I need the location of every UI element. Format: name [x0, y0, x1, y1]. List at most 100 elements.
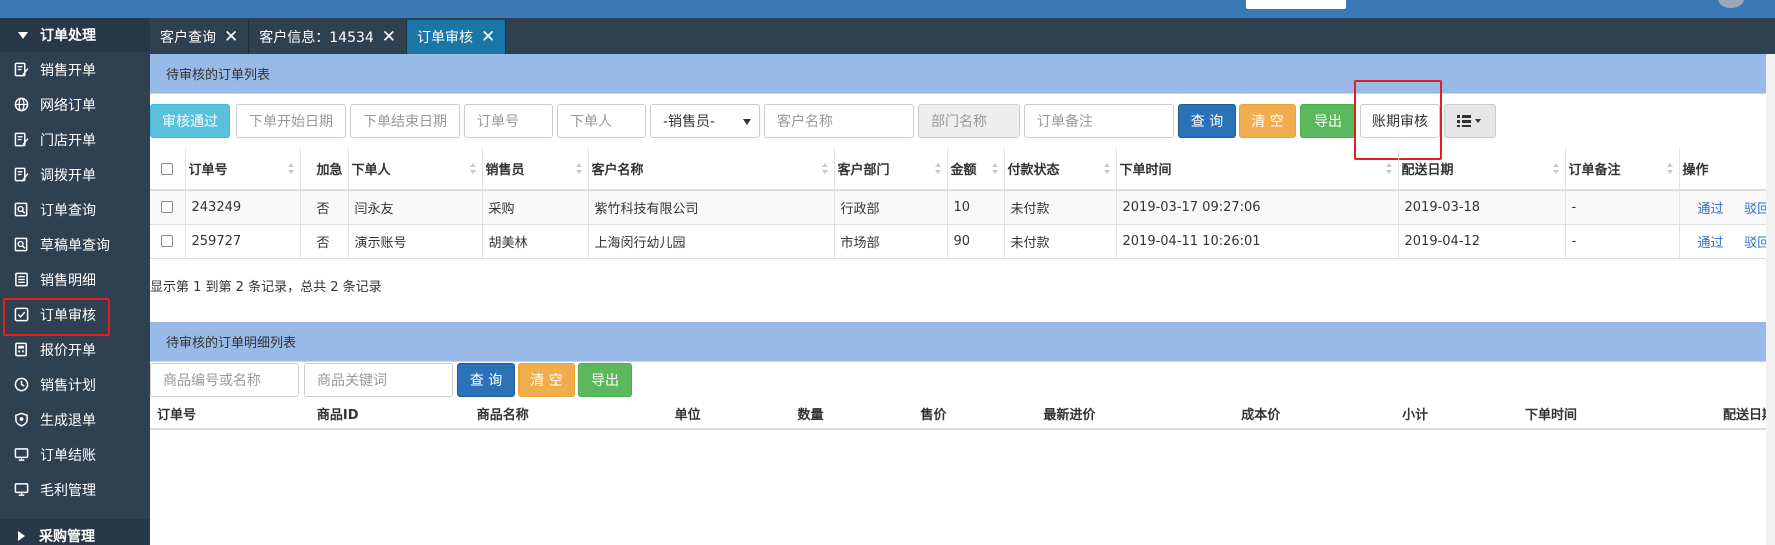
query-button[interactable]: 查 询	[1178, 104, 1236, 138]
detail-panel-title: 待审核的订单明细列表	[150, 322, 1775, 362]
sidebar-item-label: 订单查询	[40, 202, 96, 219]
sort-icon[interactable]	[1103, 163, 1110, 175]
col-salesman[interactable]: 销售员	[482, 148, 589, 191]
col-orderer[interactable]: 下单人	[348, 148, 483, 191]
cell-salesman: 采购	[482, 190, 589, 225]
order-no-input[interactable]: 订单号	[464, 104, 553, 138]
cell-orderer: 演示账号	[348, 224, 483, 259]
avatar[interactable]	[1718, 0, 1744, 8]
sort-icon[interactable]	[991, 163, 998, 175]
table-header-row: 订单号 加急 下单人 销售员 客户名称 客户部门 金额 付款状态 下单时间 配送…	[150, 148, 1775, 191]
col-dept[interactable]: 客户部门	[834, 148, 948, 191]
monitor-icon	[14, 482, 29, 497]
detail-export-button[interactable]: 导出	[578, 363, 632, 397]
sort-icon[interactable]	[575, 163, 582, 175]
col-product-id: 商品ID	[309, 398, 470, 430]
detail-query-button[interactable]: 查 询	[457, 363, 515, 397]
sidebar: 订单处理 销售开单 网络订单 门店开单调拨开单订单查询草稿单查询 销售明细 订单审核报价…	[0, 18, 150, 545]
sort-icon[interactable]	[934, 163, 941, 175]
sidebar-group-label: 订单处理	[40, 28, 96, 44]
sidebar-item-8[interactable]: 订单审核	[0, 297, 150, 336]
salesman-select[interactable]: -销售员-	[650, 104, 760, 138]
order-remark-input[interactable]: 订单备注	[1024, 104, 1174, 138]
sidebar-item-12[interactable]: 订单结账	[0, 437, 150, 472]
sidebar-group-purchase[interactable]: 采购管理	[0, 519, 150, 545]
table-row[interactable]: 259727 否演示账号 胡美林 上海闵行幼儿园 市场部 90 未付款 2019-04-11 …	[150, 224, 1775, 259]
col-product-name: 商品名称	[469, 398, 668, 430]
vertical-scrollbar[interactable]	[1766, 54, 1775, 545]
row-checkbox	[150, 190, 186, 225]
sidebar-item-7[interactable]: 销售明细	[0, 262, 150, 297]
sort-icon[interactable]	[821, 163, 828, 175]
sidebar-group-order-processing[interactable]: 订单处理	[0, 18, 150, 52]
sidebar-item-6[interactable]: 草稿单查询	[0, 227, 150, 262]
close-icon[interactable]: ✕	[382, 27, 396, 47]
col-order-no[interactable]: 订单号	[185, 148, 301, 191]
col-customer[interactable]: 客户名称	[588, 148, 835, 191]
sidebar-item-11[interactable]: 生成退单	[0, 402, 150, 437]
edit-doc-icon	[14, 167, 29, 182]
sort-icon[interactable]	[1666, 163, 1673, 175]
sidebar-item-label: 调拨开单	[40, 167, 96, 184]
product-keyword-input[interactable]: 商品关键词	[304, 363, 453, 397]
top-navbar	[0, 0, 1775, 18]
tab-customer-info[interactable]: 客户信息：14534 ✕	[249, 20, 408, 54]
row-checkbox[interactable]	[161, 235, 174, 247]
sort-icon[interactable]	[1385, 163, 1392, 175]
sort-icon[interactable]	[287, 163, 294, 175]
orderer-input[interactable]: 下单人	[557, 104, 646, 138]
col-order-no: 订单号	[150, 398, 310, 430]
tab-order-audit[interactable]: 订单审核 ✕	[407, 20, 507, 54]
product-code-input[interactable]: 商品编号或名称	[150, 363, 299, 397]
tab-customer-query[interactable]: 客户查询 ✕	[150, 20, 250, 54]
approve-link[interactable]: 通过	[1698, 202, 1724, 217]
col-remark[interactable]: 订单备注	[1565, 148, 1680, 191]
col-amount[interactable]: 金额	[947, 148, 1005, 191]
cell-delivery: 2019-04-12	[1398, 224, 1566, 259]
sort-icon[interactable]	[469, 163, 476, 175]
start-date-input[interactable]: 下单开始日期	[236, 104, 346, 138]
pagination-summary: 显示第 1 到第 2 条记录，总共 2 条记录	[150, 280, 382, 295]
sidebar-item-4[interactable]: 调拨开单	[0, 157, 150, 192]
end-date-input[interactable]: 下单结束日期	[350, 104, 460, 138]
sidebar-item-3[interactable]: 门店开单	[0, 122, 150, 157]
sidebar-item-2[interactable]: 网络订单	[0, 87, 150, 122]
sort-icon[interactable]	[1552, 163, 1559, 175]
select-all-header	[150, 148, 186, 191]
cell-actions: 通过 驳回	[1679, 224, 1775, 259]
sidebar-item-5[interactable]: 订单查询	[0, 192, 150, 227]
col-urgent[interactable]: 加急	[300, 148, 349, 191]
orders-table: 订单号 加急 下单人 销售员 客户名称 客户部门 金额 付款状态 下单时间 配送…	[150, 148, 1775, 259]
col-order-time[interactable]: 下单时间	[1116, 148, 1399, 191]
cell-order-no: 259727	[185, 224, 301, 259]
close-icon[interactable]: ✕	[481, 27, 495, 47]
clear-button[interactable]: 清 空	[1239, 104, 1296, 138]
select-all-checkbox[interactable]	[161, 162, 174, 175]
row-checkbox[interactable]	[161, 201, 174, 214]
sidebar-item-label: 毛利管理	[40, 482, 96, 499]
table-row[interactable]: 243249 否闫永友 采购 紫竹科技有限公司 行政部 10 未付款 2019-03-17 0…	[150, 190, 1775, 225]
top-search-box[interactable]	[1246, 0, 1346, 9]
approve-button[interactable]: 审核通过	[150, 104, 230, 138]
sidebar-item-label: 报价开单	[40, 342, 96, 359]
col-delivery[interactable]: 配送日期	[1398, 148, 1566, 191]
customer-name-input[interactable]: 客户名称	[764, 104, 914, 138]
export-button[interactable]: 导出	[1300, 104, 1356, 138]
column-toggle-button[interactable]	[1444, 104, 1496, 138]
sidebar-item-1[interactable]: 销售开单	[0, 52, 150, 87]
approve-link[interactable]: 通过	[1698, 236, 1724, 251]
col-pay-status[interactable]: 付款状态	[1004, 148, 1117, 191]
detail-clear-button[interactable]: 清 空	[518, 363, 575, 397]
close-icon[interactable]: ✕	[224, 27, 238, 47]
tab-label: 订单审核	[417, 30, 474, 46]
cell-amount: 90	[947, 224, 1005, 259]
sidebar-item-13[interactable]: 毛利管理	[0, 472, 150, 507]
sidebar-item-9[interactable]: 报价开单	[0, 332, 150, 367]
list-doc-icon	[14, 272, 29, 287]
cell-delivery: 2019-03-18	[1398, 190, 1566, 225]
cell-order-no: 243249	[185, 190, 301, 225]
sidebar-item-10[interactable]: 销售计划	[0, 367, 150, 402]
cell-orderer: 闫永友	[348, 190, 483, 225]
monitor-icon	[14, 447, 29, 462]
edit-doc-icon	[14, 62, 29, 77]
